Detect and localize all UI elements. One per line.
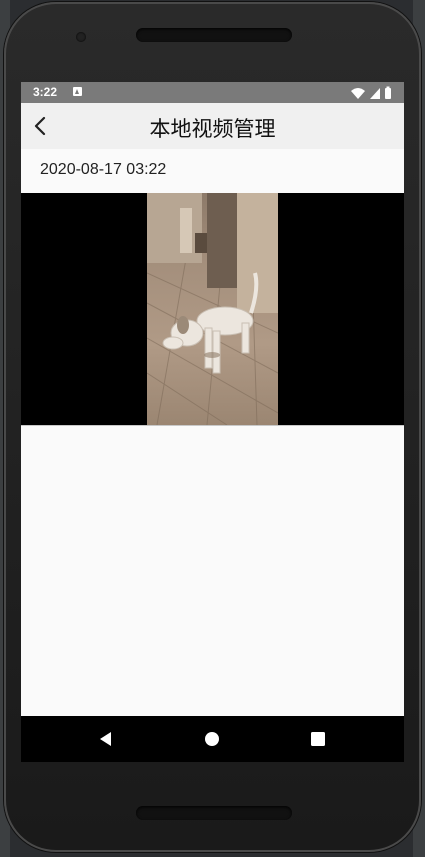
status-time: 3:22 [33, 85, 58, 99]
app-bar: 本地视频管理 [21, 103, 404, 149]
system-nav-bar [21, 716, 404, 762]
battery-icon [385, 88, 391, 99]
video-thumbnail-dog [147, 193, 278, 425]
recording-date: 2020-08-17 03:22 [40, 161, 167, 178]
signal-icon [370, 88, 380, 99]
earpiece-speaker [136, 28, 292, 42]
wifi-icon [351, 88, 365, 99]
recording-date-row: 2020-08-17 03:22 [21, 149, 404, 193]
list-divider [21, 425, 404, 426]
front-camera [76, 32, 86, 42]
bottom-speaker [136, 806, 292, 820]
page-title: 本地视频管理 [149, 117, 276, 141]
a-app-icon [73, 87, 82, 96]
phone-screen: 3:22 本地视频管理 2020-08-17 03:22 [21, 82, 404, 762]
recents-square-icon[interactable] [308, 729, 328, 749]
status-icons [351, 86, 391, 99]
home-circle-icon[interactable] [202, 729, 222, 749]
status-bar: 3:22 [21, 82, 404, 103]
video-player[interactable] [21, 193, 404, 425]
video-frame-scene [147, 193, 278, 425]
back-triangle-icon[interactable] [96, 729, 116, 749]
